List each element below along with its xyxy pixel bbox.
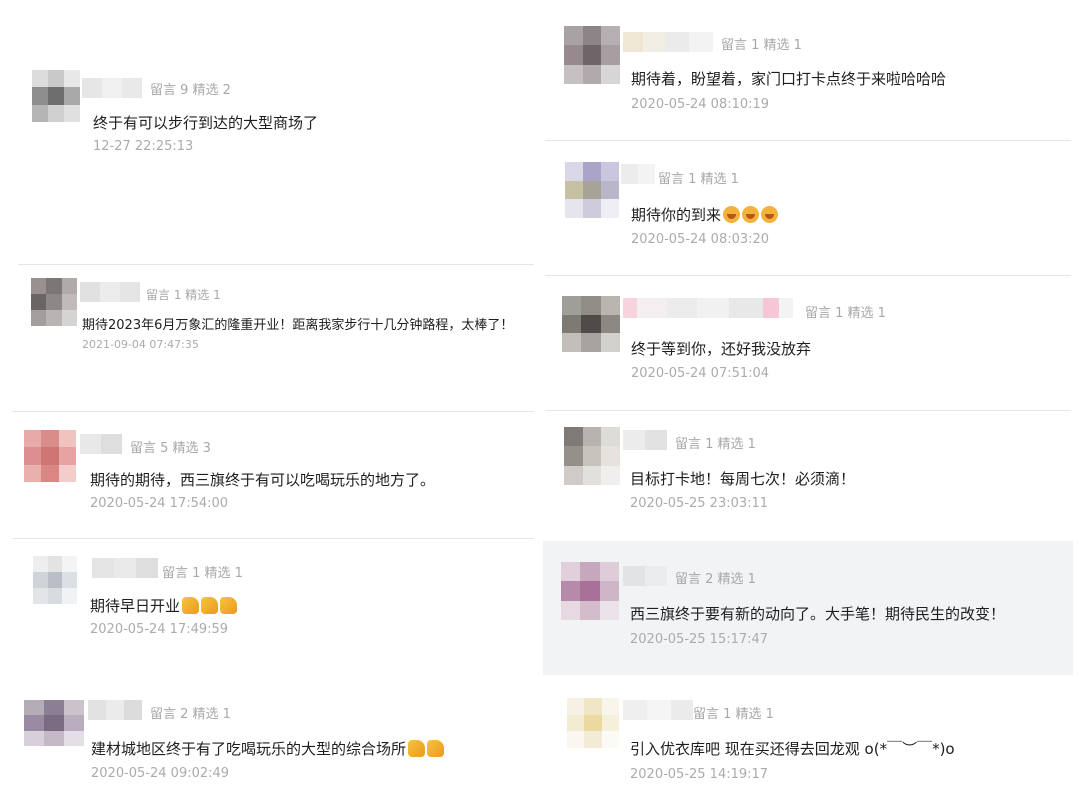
blurred-username[interactable] xyxy=(92,558,158,578)
divider xyxy=(12,411,534,412)
comment-meta: 留言 1 精选 1 xyxy=(146,288,221,302)
comment-text-label: 建材城地区终于有了吃喝玩乐的大型的综合场所 xyxy=(91,740,407,758)
comment-meta: 留言 1 精选 1 xyxy=(693,707,774,722)
avatar[interactable] xyxy=(32,70,80,122)
laughing-face-icon xyxy=(761,206,779,223)
comment-timestamp: 12-27 22:25:13 xyxy=(93,139,194,154)
blurred-username[interactable] xyxy=(623,298,793,318)
comment-text: 期待你的到来 xyxy=(631,204,779,225)
laughing-face-icon xyxy=(723,206,741,223)
comment-timestamp: 2020-05-24 08:10:19 xyxy=(631,97,770,112)
comment-text: 期待的期待，西三旗终于有可以吃喝玩乐的地方了。 xyxy=(90,471,436,489)
comment-meta: 留言 5 精选 3 xyxy=(130,441,211,456)
avatar[interactable] xyxy=(24,700,84,746)
comment-timestamp: 2020-05-24 17:49:59 xyxy=(90,622,229,637)
blurred-username[interactable] xyxy=(80,434,122,454)
blurred-username[interactable] xyxy=(623,430,667,450)
right-comment-column: 留言 1 精选 1 期待着，盼望着，家门口打卡点终于来啦哈哈哈 2020-05-… xyxy=(543,0,1073,810)
blurred-username[interactable] xyxy=(623,32,713,52)
comment-text-label: 期待你的到来 xyxy=(631,206,722,224)
comment-text: 终于有可以步行到达的大型商场了 xyxy=(93,114,319,132)
divider xyxy=(545,140,1071,141)
divider xyxy=(12,538,534,539)
comment-text: 期待2023年6月万象汇的隆重开业！距离我家步行十几分钟路程，太棒了！ xyxy=(82,318,514,333)
comment-meta: 留言 1 精选 1 xyxy=(658,172,739,187)
comment-meta: 留言 1 精选 1 xyxy=(805,306,886,321)
comment-timestamp: 2021-09-04 07:47:35 xyxy=(82,338,199,351)
avatar[interactable] xyxy=(33,556,77,604)
blurred-username[interactable] xyxy=(88,700,142,720)
avatar[interactable] xyxy=(564,26,620,84)
comment-text: 期待着，盼望着，家门口打卡点终于来啦哈哈哈 xyxy=(631,70,947,88)
comment-text: 引入优衣库吧 现在买还得去回龙观 o(*￣︶￣*)o xyxy=(630,740,955,758)
avatar[interactable] xyxy=(564,427,620,485)
thumbs-up-icon xyxy=(220,597,238,614)
avatar[interactable] xyxy=(561,562,619,620)
left-comment-column: 留言 9 精选 2 终于有可以步行到达的大型商场了 12-27 22:25:13… xyxy=(0,0,540,810)
blurred-username[interactable] xyxy=(621,164,655,184)
avatar[interactable] xyxy=(31,278,77,326)
comment-timestamp: 2020-05-24 09:02:49 xyxy=(91,766,230,781)
comment-meta: 留言 9 精选 2 xyxy=(150,83,231,98)
blurred-username[interactable] xyxy=(82,78,142,98)
avatar[interactable] xyxy=(567,698,619,748)
avatar[interactable] xyxy=(24,430,76,482)
divider xyxy=(18,264,534,265)
comment-meta: 留言 1 精选 1 xyxy=(721,38,802,53)
blurred-username[interactable] xyxy=(80,282,140,302)
comment-meta: 留言 1 精选 1 xyxy=(675,437,756,452)
thumbs-up-icon xyxy=(201,597,219,614)
comment-timestamp: 2020-05-25 23:03:11 xyxy=(630,496,769,511)
thumbs-up-icon xyxy=(408,740,426,757)
avatar[interactable] xyxy=(562,296,620,352)
comment-timestamp: 2020-05-25 15:17:47 xyxy=(630,632,769,647)
blurred-username[interactable] xyxy=(623,700,693,720)
comment-meta: 留言 2 精选 1 xyxy=(675,572,756,587)
comment-timestamp: 2020-05-25 14:19:17 xyxy=(630,767,769,782)
comment-text: 期待早日开业 xyxy=(90,595,238,616)
comment-text: 建材城地区终于有了吃喝玩乐的大型的综合场所 xyxy=(91,738,445,759)
comment-timestamp: 2020-05-24 08:03:20 xyxy=(631,232,770,247)
blurred-username[interactable] xyxy=(623,566,667,586)
avatar[interactable] xyxy=(565,162,619,218)
thumbs-up-icon xyxy=(182,597,200,614)
divider xyxy=(545,410,1071,411)
comment-text: 终于等到你，还好我没放弃 xyxy=(631,340,812,358)
comment-timestamp: 2020-05-24 07:51:04 xyxy=(631,366,770,381)
laughing-face-icon xyxy=(742,206,760,223)
comment-timestamp: 2020-05-24 17:54:00 xyxy=(90,496,229,511)
comment-text: 西三旗终于要有新的动向了。大手笔！期待民生的改变！ xyxy=(630,605,1006,623)
comment-text: 目标打卡地！每周七次！必须滴！ xyxy=(630,470,856,488)
comment-meta: 留言 1 精选 1 xyxy=(162,566,243,581)
comment-text-label: 期待早日开业 xyxy=(90,597,181,615)
comment-meta: 留言 2 精选 1 xyxy=(150,707,231,722)
thumbs-up-icon xyxy=(427,740,445,757)
divider xyxy=(545,275,1071,276)
